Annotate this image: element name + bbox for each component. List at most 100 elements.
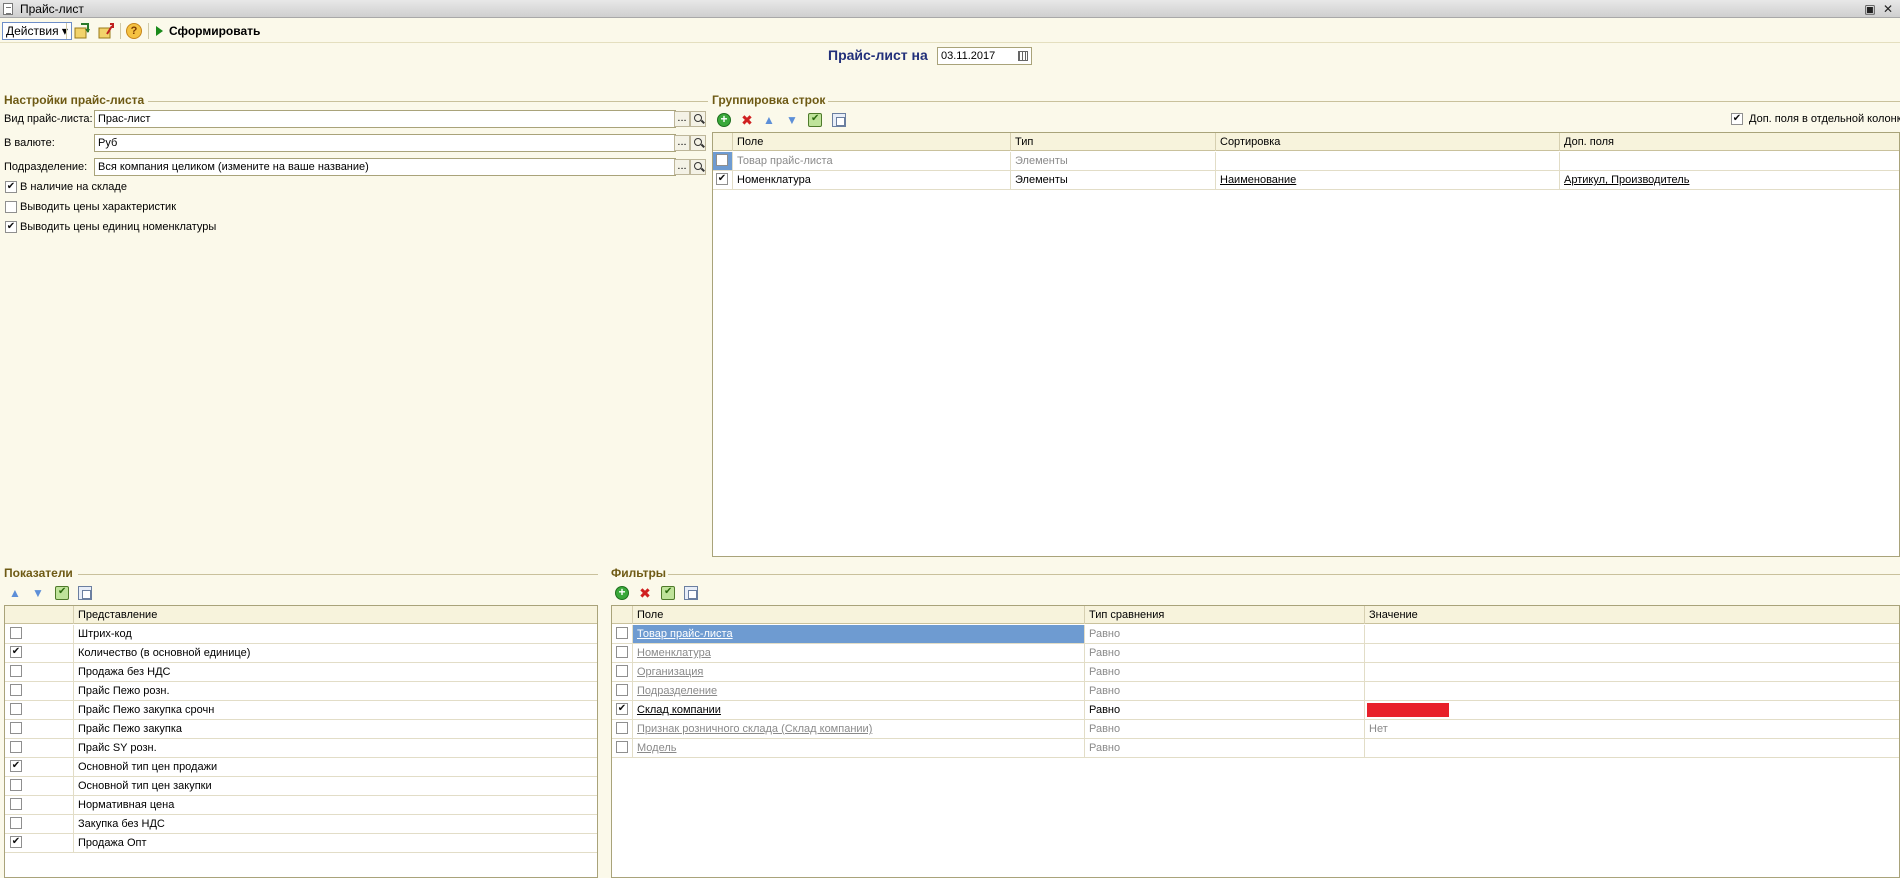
row-selector[interactable] bbox=[5, 739, 74, 757]
row-checkbox[interactable] bbox=[10, 627, 22, 639]
indicator-label[interactable]: Прайс SY розн. bbox=[74, 739, 597, 757]
table-row[interactable]: Штрих-код bbox=[5, 625, 597, 644]
restore-icon[interactable]: ▣ bbox=[1862, 1, 1878, 17]
comparison-cell[interactable]: Равно bbox=[1085, 739, 1365, 757]
comparison-cell[interactable]: Равно bbox=[1085, 625, 1365, 643]
indicator-label[interactable]: Прайс Пежо закупка bbox=[74, 720, 597, 738]
header-extra-fields[interactable]: Доп. поля bbox=[1560, 133, 1899, 151]
field-cell[interactable]: Модель bbox=[633, 739, 1085, 757]
table-row[interactable]: Подразделение Равно bbox=[612, 682, 1899, 701]
copy-icon[interactable] bbox=[832, 113, 846, 127]
indicator-label[interactable]: Количество (в основной единице) bbox=[74, 644, 597, 662]
table-row[interactable]: Количество (в основной единице) bbox=[5, 644, 597, 663]
header-field[interactable]: Поле bbox=[633, 606, 1085, 624]
indicator-label[interactable]: Основной тип цен продажи bbox=[74, 758, 597, 776]
field-cell[interactable]: Товар прайс-листа bbox=[733, 152, 1011, 170]
field-cell[interactable]: Подразделение bbox=[633, 682, 1085, 700]
row-checkbox[interactable] bbox=[716, 173, 728, 185]
field-cell[interactable]: Признак розничного склада (Склад компани… bbox=[633, 720, 1085, 738]
row-checkbox[interactable] bbox=[10, 722, 22, 734]
check-all-icon[interactable] bbox=[55, 586, 69, 600]
value-cell[interactable] bbox=[1365, 625, 1899, 643]
header-type[interactable]: Тип bbox=[1011, 133, 1216, 151]
row-selector[interactable] bbox=[713, 171, 733, 189]
generate-button[interactable]: Сформировать bbox=[156, 22, 260, 40]
indicator-label[interactable]: Штрих-код bbox=[74, 625, 597, 643]
division-select-button[interactable]: ... bbox=[674, 159, 690, 175]
row-checkbox[interactable] bbox=[10, 703, 22, 715]
header-field[interactable]: Поле bbox=[733, 133, 1011, 151]
in-stock-checkbox[interactable] bbox=[5, 181, 17, 193]
division-field[interactable]: Вся компания целиком (измените на ваше н… bbox=[94, 158, 676, 176]
table-row[interactable]: Нормативная цена bbox=[5, 796, 597, 815]
row-checkbox[interactable] bbox=[616, 646, 628, 658]
row-selector[interactable] bbox=[5, 644, 74, 662]
type-cell[interactable]: Элементы bbox=[1011, 152, 1216, 170]
header-representation[interactable]: Представление bbox=[74, 606, 597, 624]
row-checkbox[interactable] bbox=[10, 684, 22, 696]
row-checkbox[interactable] bbox=[10, 760, 22, 772]
copy-icon[interactable] bbox=[684, 586, 698, 600]
value-cell[interactable] bbox=[1365, 644, 1899, 662]
search-icon[interactable] bbox=[690, 111, 706, 127]
row-checkbox[interactable] bbox=[10, 817, 22, 829]
row-selector[interactable] bbox=[5, 777, 74, 795]
table-row[interactable]: Товар прайс-листа Элементы bbox=[713, 152, 1899, 171]
move-down-icon[interactable]: ▼ bbox=[785, 113, 799, 127]
table-row[interactable]: Товар прайс-листа Равно bbox=[612, 625, 1899, 644]
characteristics-prices-checkbox[interactable] bbox=[5, 201, 17, 213]
extra-cell[interactable] bbox=[1560, 152, 1899, 170]
row-checkbox[interactable] bbox=[616, 684, 628, 696]
row-checkbox[interactable] bbox=[616, 627, 628, 639]
row-selector[interactable] bbox=[5, 834, 74, 852]
copy-icon[interactable] bbox=[78, 586, 92, 600]
row-selector[interactable] bbox=[612, 625, 633, 643]
value-cell[interactable] bbox=[1365, 701, 1899, 719]
calendar-button[interactable] bbox=[1016, 48, 1030, 64]
row-checkbox[interactable] bbox=[716, 154, 728, 166]
row-checkbox[interactable] bbox=[616, 741, 628, 753]
unit-prices-checkbox[interactable] bbox=[5, 221, 17, 233]
row-checkbox[interactable] bbox=[616, 722, 628, 734]
comparison-cell[interactable]: Равно bbox=[1085, 663, 1365, 681]
indicator-label[interactable]: Закупка без НДС bbox=[74, 815, 597, 833]
table-row[interactable]: Прайс SY розн. bbox=[5, 739, 597, 758]
comparison-cell[interactable]: Равно bbox=[1085, 644, 1365, 662]
value-cell[interactable]: Нет bbox=[1365, 720, 1899, 738]
row-selector[interactable] bbox=[5, 796, 74, 814]
header-sort[interactable]: Сортировка bbox=[1216, 133, 1560, 151]
table-row[interactable]: Прайс Пежо закупка bbox=[5, 720, 597, 739]
table-row[interactable]: Прайс Пежо розн. bbox=[5, 682, 597, 701]
row-checkbox[interactable] bbox=[10, 779, 22, 791]
load-settings-icon[interactable] bbox=[98, 23, 114, 39]
indicator-label[interactable]: Прайс Пежо закупка срочн bbox=[74, 701, 597, 719]
table-row[interactable]: Основной тип цен закупки bbox=[5, 777, 597, 796]
field-cell[interactable]: Склад компании bbox=[633, 701, 1085, 719]
sort-cell[interactable] bbox=[1216, 152, 1560, 170]
indicator-label[interactable]: Основной тип цен закупки bbox=[74, 777, 597, 795]
move-down-icon[interactable]: ▼ bbox=[31, 586, 45, 600]
indicator-label[interactable]: Продажа Опт bbox=[74, 834, 597, 852]
row-checkbox[interactable] bbox=[10, 836, 22, 848]
extra-fields-separate-checkbox[interactable] bbox=[1731, 113, 1743, 125]
search-icon[interactable] bbox=[690, 159, 706, 175]
search-icon[interactable] bbox=[690, 135, 706, 151]
row-checkbox[interactable] bbox=[10, 665, 22, 677]
currency-select-button[interactable]: ... bbox=[674, 135, 690, 151]
row-checkbox[interactable] bbox=[10, 798, 22, 810]
row-selector[interactable] bbox=[612, 739, 633, 757]
currency-field[interactable]: Руб bbox=[94, 134, 676, 152]
value-cell[interactable] bbox=[1365, 663, 1899, 681]
field-cell[interactable]: Товар прайс-листа bbox=[633, 625, 1085, 643]
type-cell[interactable]: Элементы bbox=[1011, 171, 1216, 189]
row-selector[interactable] bbox=[5, 758, 74, 776]
value-cell[interactable] bbox=[1365, 682, 1899, 700]
save-settings-icon[interactable] bbox=[74, 23, 90, 39]
add-icon[interactable]: + bbox=[717, 113, 731, 127]
close-icon[interactable]: ✕ bbox=[1880, 1, 1896, 17]
comparison-cell[interactable]: Равно bbox=[1085, 720, 1365, 738]
table-row[interactable]: Склад компанииРавно bbox=[612, 701, 1899, 720]
extra-cell[interactable]: Артикул, Производитель bbox=[1560, 171, 1899, 189]
table-row[interactable]: Организация Равно bbox=[612, 663, 1899, 682]
check-all-icon[interactable] bbox=[808, 113, 822, 127]
